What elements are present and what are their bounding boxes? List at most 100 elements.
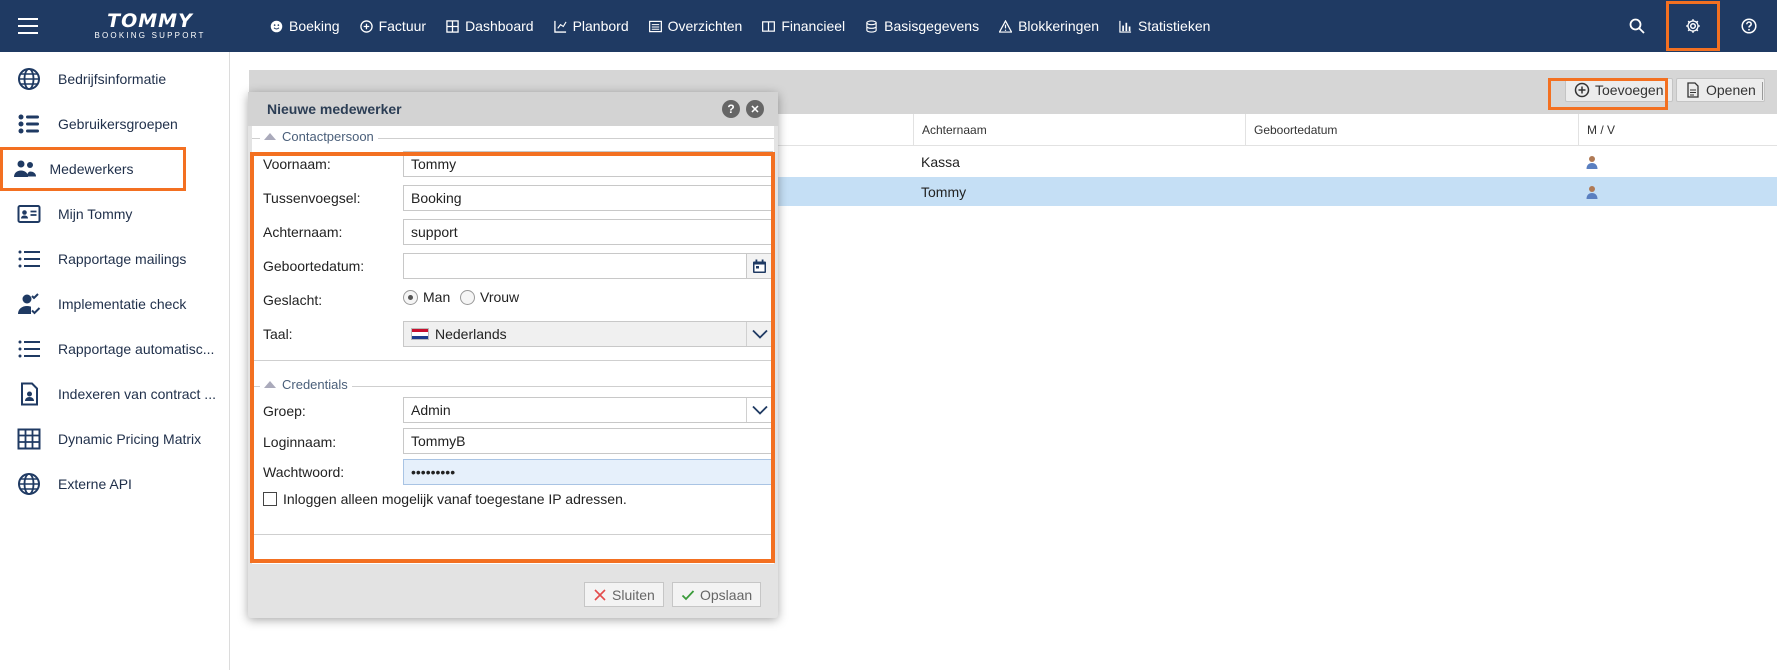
nav-planbord[interactable]: Planbord	[544, 0, 639, 52]
label-achternaam: Achternaam:	[263, 224, 343, 240]
sidebar-item-indexeren-contract[interactable]: Indexeren van contract ...	[0, 372, 229, 416]
document-user-icon	[0, 382, 58, 406]
help-button[interactable]	[1721, 0, 1777, 52]
label-loginnaam: Loginnaam:	[263, 434, 337, 450]
close-icon[interactable]: ✕	[746, 100, 764, 118]
radio-man-label: Man	[423, 289, 451, 305]
nav-dashboard[interactable]: Dashboard	[436, 0, 544, 52]
radio-vrouw[interactable]	[460, 289, 475, 305]
toolbar-separator	[1762, 82, 1763, 100]
list-window-icon	[648, 20, 662, 32]
warning-icon	[999, 19, 1013, 33]
gear-icon	[1686, 19, 1700, 33]
voornaam-field[interactable]: Tommy	[403, 151, 773, 177]
password-field[interactable]: •••••••••	[403, 459, 773, 485]
sidebar-item-rapportage-mailings[interactable]: Rapportage mailings	[0, 237, 229, 281]
sidebar-item-label: Medewerkers	[49, 161, 134, 177]
people-icon	[0, 157, 49, 181]
ip-restriction-option[interactable]: Inloggen alleen mogelijk vanaf toegestan…	[263, 491, 627, 507]
chevron-down-icon[interactable]	[746, 398, 772, 422]
dialog-body: Contactpersoon Voornaam: Tommy Tussenvoe…	[252, 126, 774, 564]
fieldset-line	[252, 360, 774, 361]
nav-boeking[interactable]: Boeking	[260, 0, 350, 52]
gender-radio-vrouw[interactable]: Vrouw	[460, 289, 519, 305]
loginnaam-field[interactable]: TommyB	[403, 428, 773, 454]
open-button[interactable]: Openen	[1676, 78, 1765, 102]
nav-factuur-label: Factuur	[378, 18, 427, 34]
sidebar-item-bedrijfsinformatie[interactable]: Bedrijfsinformatie	[0, 57, 229, 101]
sidebar-item-externe-api[interactable]: Externe API	[0, 462, 229, 506]
user-groups-icon	[0, 112, 58, 136]
gender-radio-man[interactable]: Man	[403, 289, 450, 305]
groep-select[interactable]: Admin	[403, 397, 773, 423]
nav-basisgegevens[interactable]: Basisgegevens	[855, 0, 989, 52]
section-contactpersoon[interactable]: Contactpersoon	[260, 129, 378, 144]
sidebar-item-mijn-tommy[interactable]: Mijn Tommy	[0, 192, 229, 236]
column-achternaam[interactable]: Achternaam	[913, 114, 1245, 146]
settings-button[interactable]	[1665, 0, 1721, 52]
grid-icon	[446, 19, 459, 33]
groep-value: Admin	[411, 402, 451, 418]
sidebar-item-label: Externe API	[58, 476, 132, 492]
sidebar-item-dynamic-pricing-matrix[interactable]: Dynamic Pricing Matrix	[0, 417, 229, 461]
top-navigation-bar: TOMMY BOOKING SUPPORT Boeking Factuur Da…	[0, 0, 1777, 52]
sidebar-item-gebruikersgroepen[interactable]: Gebruikersgroepen	[0, 102, 229, 146]
sidebar-item-label: Mijn Tommy	[58, 206, 133, 222]
search-button[interactable]	[1609, 0, 1665, 52]
cell-achternaam: Tommy	[921, 183, 967, 200]
tussenvoegsel-field[interactable]: Booking	[403, 185, 773, 211]
database-icon	[866, 19, 877, 33]
logo[interactable]: TOMMY BOOKING SUPPORT	[74, 12, 226, 40]
sidebar-item-label: Rapportage mailings	[58, 251, 187, 267]
save-button[interactable]: Opslaan	[672, 582, 762, 607]
cell-geboortedatum	[1245, 177, 1253, 206]
column-geboortedatum[interactable]: Geboortedatum	[1245, 114, 1578, 146]
nav-financieel[interactable]: Financieel	[752, 0, 855, 52]
calendar-button[interactable]	[746, 254, 772, 278]
check-icon	[681, 589, 695, 600]
sidebar-item-label: Implementatie check	[58, 296, 187, 312]
sidebar-item-label: Gebruikersgroepen	[58, 116, 178, 132]
cross-icon	[594, 588, 606, 601]
radio-man[interactable]	[403, 289, 418, 305]
taal-value: Nederlands	[435, 326, 507, 342]
label-taal: Taal:	[263, 326, 293, 342]
collapse-icon	[264, 133, 276, 140]
column-label: Achternaam	[922, 123, 987, 137]
nav-financieel-label: Financieel	[781, 18, 846, 34]
dialog-footer: Sluiten Opslaan	[248, 568, 778, 618]
ip-restriction-label: Inloggen alleen mogelijk vanaf toegestan…	[283, 491, 627, 507]
logo-name: TOMMY	[107, 10, 193, 32]
nav-factuur[interactable]: Factuur	[350, 0, 436, 52]
new-employee-dialog: Nieuwe medewerker ? ✕ Contactpersoon Voo…	[248, 92, 778, 618]
achternaam-field[interactable]: support	[403, 219, 773, 245]
calendar-icon	[753, 259, 766, 273]
nav-blokkeringen-label: Blokkeringen	[1018, 18, 1100, 34]
question-icon	[1741, 18, 1757, 34]
sidebar-item-medewerkers[interactable]: Medewerkers	[0, 147, 186, 191]
sidebar-item-implementatie-check[interactable]: Implementatie check	[0, 282, 229, 326]
column-mv[interactable]: M / V	[1578, 114, 1777, 146]
section-credentials[interactable]: Credentials	[260, 377, 352, 392]
chevron-down-icon[interactable]	[746, 322, 772, 346]
close-button[interactable]: Sluiten	[584, 582, 664, 607]
column-label: Geboortedatum	[1254, 123, 1338, 137]
menu-icon[interactable]	[0, 0, 56, 52]
ip-restriction-checkbox[interactable]	[263, 492, 277, 506]
help-icon[interactable]: ?	[722, 100, 740, 118]
globe-icon	[0, 67, 58, 91]
save-button-label: Opslaan	[700, 586, 753, 603]
nav-planbord-label: Planbord	[572, 18, 629, 34]
nav-overzichten[interactable]: Overzichten	[639, 0, 753, 52]
sidebar-item-label: Dynamic Pricing Matrix	[58, 431, 202, 447]
taal-select[interactable]: Nederlands	[403, 321, 773, 347]
nav-statistieken[interactable]: Statistieken	[1109, 0, 1220, 52]
dialog-title[interactable]: Nieuwe medewerker	[248, 92, 778, 126]
geboortedatum-field[interactable]	[403, 253, 773, 279]
sidebar-item-rapportage-automatisch[interactable]: Rapportage automatisc...	[0, 327, 229, 371]
label-geboortedatum: Geboortedatum:	[263, 258, 365, 274]
nav-blokkeringen[interactable]: Blokkeringen	[989, 0, 1109, 52]
logo-tagline: BOOKING SUPPORT	[94, 31, 206, 40]
sidebar-item-label: Indexeren van contract ...	[58, 386, 216, 402]
dutch-flag-icon	[411, 328, 429, 340]
